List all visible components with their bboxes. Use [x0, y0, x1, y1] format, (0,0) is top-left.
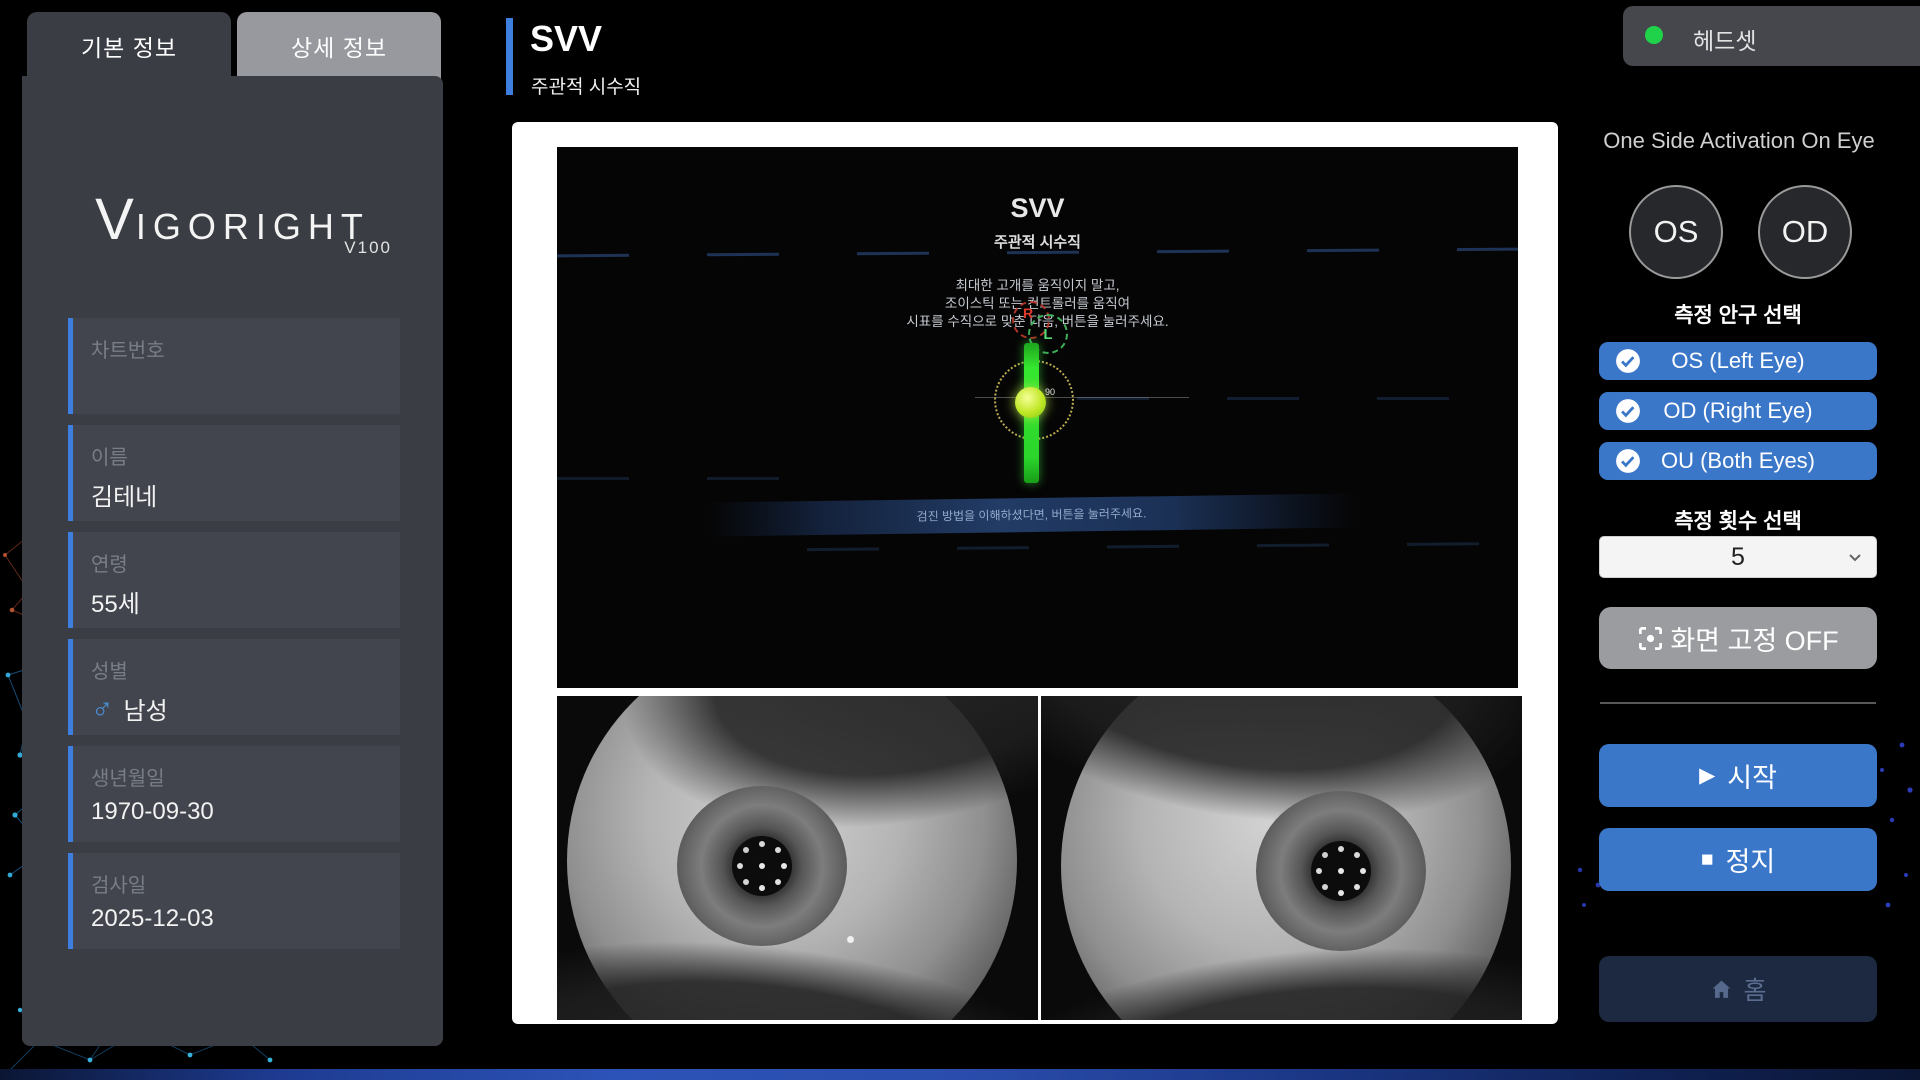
eye-camera-right — [1041, 696, 1522, 1020]
field-label: 연령 — [91, 548, 128, 577]
male-icon: ♂ — [91, 697, 114, 721]
screen-focus-icon — [1637, 625, 1664, 652]
field-birthdate[interactable]: 생년월일 1970-09-30 — [68, 746, 400, 842]
gender-value: 남성 — [124, 691, 168, 726]
logo-model: V100 — [22, 238, 392, 258]
vr-scene-title: SVV — [557, 193, 1518, 224]
od-circle-label: OD — [1782, 214, 1829, 250]
field-value: 1970-09-30 — [91, 798, 214, 826]
screen-lock-label: 화면 고정 OFF — [1670, 619, 1838, 658]
field-gender[interactable]: 성별 ♂ 남성 — [68, 639, 400, 735]
eye-option-ou-button[interactable]: OU (Both Eyes) — [1599, 442, 1877, 480]
field-value: 2025-12-03 — [91, 905, 214, 933]
home-label: 홈 — [1743, 971, 1766, 1007]
tab-detail-info[interactable]: 상세 정보 — [237, 12, 441, 80]
field-age[interactable]: 연령 55세 — [68, 532, 400, 628]
field-value: 55세 — [91, 584, 140, 619]
field-name[interactable]: 이름 김테네 — [68, 425, 400, 521]
start-label: 시작 — [1727, 756, 1777, 795]
stop-button[interactable]: ■ 정지 — [1599, 828, 1877, 891]
page-subtitle: 주관적 시수직 — [531, 72, 641, 99]
eye-select-title: 측정 안구 선택 — [1599, 299, 1877, 329]
field-label: 차트번호 — [91, 334, 165, 363]
measure-count-value: 5 — [1731, 543, 1745, 572]
home-icon — [1709, 977, 1734, 1002]
svv-center-ball — [1015, 387, 1046, 418]
check-icon — [1615, 348, 1641, 374]
app-window: 기본 정보 상세 정보 VIGORIGHT V100 차트번호 이름 김테네 연… — [0, 0, 1920, 1080]
left-eye-marker: L — [1043, 326, 1052, 343]
vr-bottom-message: 검진 방법을 이해하셨다면, 버튼을 눌러주세요. — [917, 506, 1147, 523]
headset-status-box — [1623, 6, 1920, 66]
eye-option-label: OS (Left Eye) — [1671, 348, 1804, 374]
field-value: 김테네 — [91, 477, 157, 512]
od-activation-button[interactable]: OD — [1758, 185, 1852, 279]
measure-count-select[interactable]: 5 — [1599, 536, 1877, 578]
field-exam-date[interactable]: 검사일 2025-12-03 — [68, 853, 400, 949]
eye-option-od-button[interactable]: OD (Right Eye) — [1599, 392, 1877, 430]
pupil — [732, 836, 792, 896]
header-accent-bar — [506, 18, 513, 95]
vr-dashed-guideline — [557, 477, 857, 480]
field-value: ♂ 남성 — [91, 691, 168, 726]
headset-label: 헤드셋 — [1693, 22, 1756, 56]
vr-angle-label: 90 — [1045, 387, 1055, 397]
stop-label: 정지 — [1726, 840, 1776, 879]
ir-led-reflections — [759, 863, 765, 869]
vr-dashed-guideline — [807, 542, 1518, 551]
start-button[interactable]: ▶ 시작 — [1599, 744, 1877, 807]
vr-bottom-message-bar: 검진 방법을 이해하셨다면, 버튼을 눌러주세요. — [709, 493, 1354, 536]
activation-title: One Side Activation On Eye — [1596, 128, 1882, 154]
headset-status-dot — [1645, 26, 1663, 44]
eye-option-label: OD (Right Eye) — [1663, 398, 1812, 424]
field-label: 검사일 — [91, 869, 146, 898]
ir-led-reflections — [1338, 868, 1344, 874]
check-icon — [1615, 398, 1641, 424]
camera-highlight-dot — [847, 936, 854, 943]
bottom-accent-strip — [0, 1069, 1920, 1080]
eye-camera-left — [557, 696, 1038, 1020]
check-icon — [1615, 448, 1641, 474]
tab-basic-info[interactable]: 기본 정보 — [27, 12, 231, 80]
eye-option-label: OU (Both Eyes) — [1661, 448, 1815, 474]
right-eye-marker: R — [1023, 305, 1033, 321]
chevron-down-icon — [1846, 548, 1864, 566]
os-circle-label: OS — [1654, 214, 1699, 250]
field-label: 생년월일 — [91, 762, 165, 791]
field-label: 성별 — [91, 655, 128, 684]
play-icon: ▶ — [1699, 762, 1715, 789]
eye-option-os-button[interactable]: OS (Left Eye) — [1599, 342, 1877, 380]
count-select-title: 측정 횟수 선택 — [1599, 505, 1877, 535]
pupil — [1311, 841, 1371, 901]
vr-scene-view: SVV 주관적 시수직 최대한 고개를 움직이지 말고, 조이스틱 또는 컨트롤… — [557, 147, 1518, 688]
panel-divider — [1600, 702, 1876, 704]
screen-lock-toggle-button[interactable]: 화면 고정 OFF — [1599, 607, 1877, 669]
field-chart-number[interactable]: 차트번호 — [68, 318, 400, 414]
stop-icon: ■ — [1701, 846, 1714, 873]
page-title: SVV — [530, 18, 602, 60]
vr-instruction-line: 최대한 고개를 움직이지 말고, — [557, 277, 1518, 295]
home-button[interactable]: 홈 — [1599, 956, 1877, 1022]
field-label: 이름 — [91, 441, 128, 470]
os-activation-button[interactable]: OS — [1629, 185, 1723, 279]
